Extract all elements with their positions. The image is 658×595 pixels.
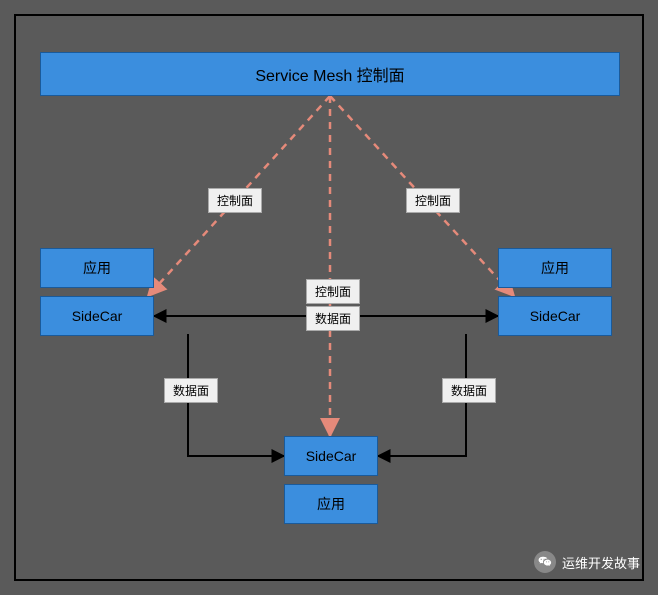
node-app-right: 应用: [498, 248, 612, 288]
label-data-right: 数据面: [442, 378, 496, 403]
node-sidecar-left: SideCar: [40, 296, 154, 336]
node-app-left: 应用: [40, 248, 154, 288]
diagram-canvas: Service Mesh 控制面 应用 SideCar 应用 SideCar S…: [14, 14, 644, 581]
watermark-text: 运维开发故事: [562, 553, 640, 572]
node-app-bottom: 应用: [284, 484, 378, 524]
node-sidecar-bottom: SideCar: [284, 436, 378, 476]
wechat-icon: [534, 551, 556, 573]
watermark: 运维开发故事: [534, 551, 640, 573]
node-control-plane: Service Mesh 控制面: [40, 52, 620, 96]
label-control-mid: 控制面: [306, 279, 360, 304]
label-data-top: 数据面: [306, 306, 360, 331]
label-data-left: 数据面: [164, 378, 218, 403]
label-control-left: 控制面: [208, 188, 262, 213]
node-sidecar-right: SideCar: [498, 296, 612, 336]
label-control-right: 控制面: [406, 188, 460, 213]
